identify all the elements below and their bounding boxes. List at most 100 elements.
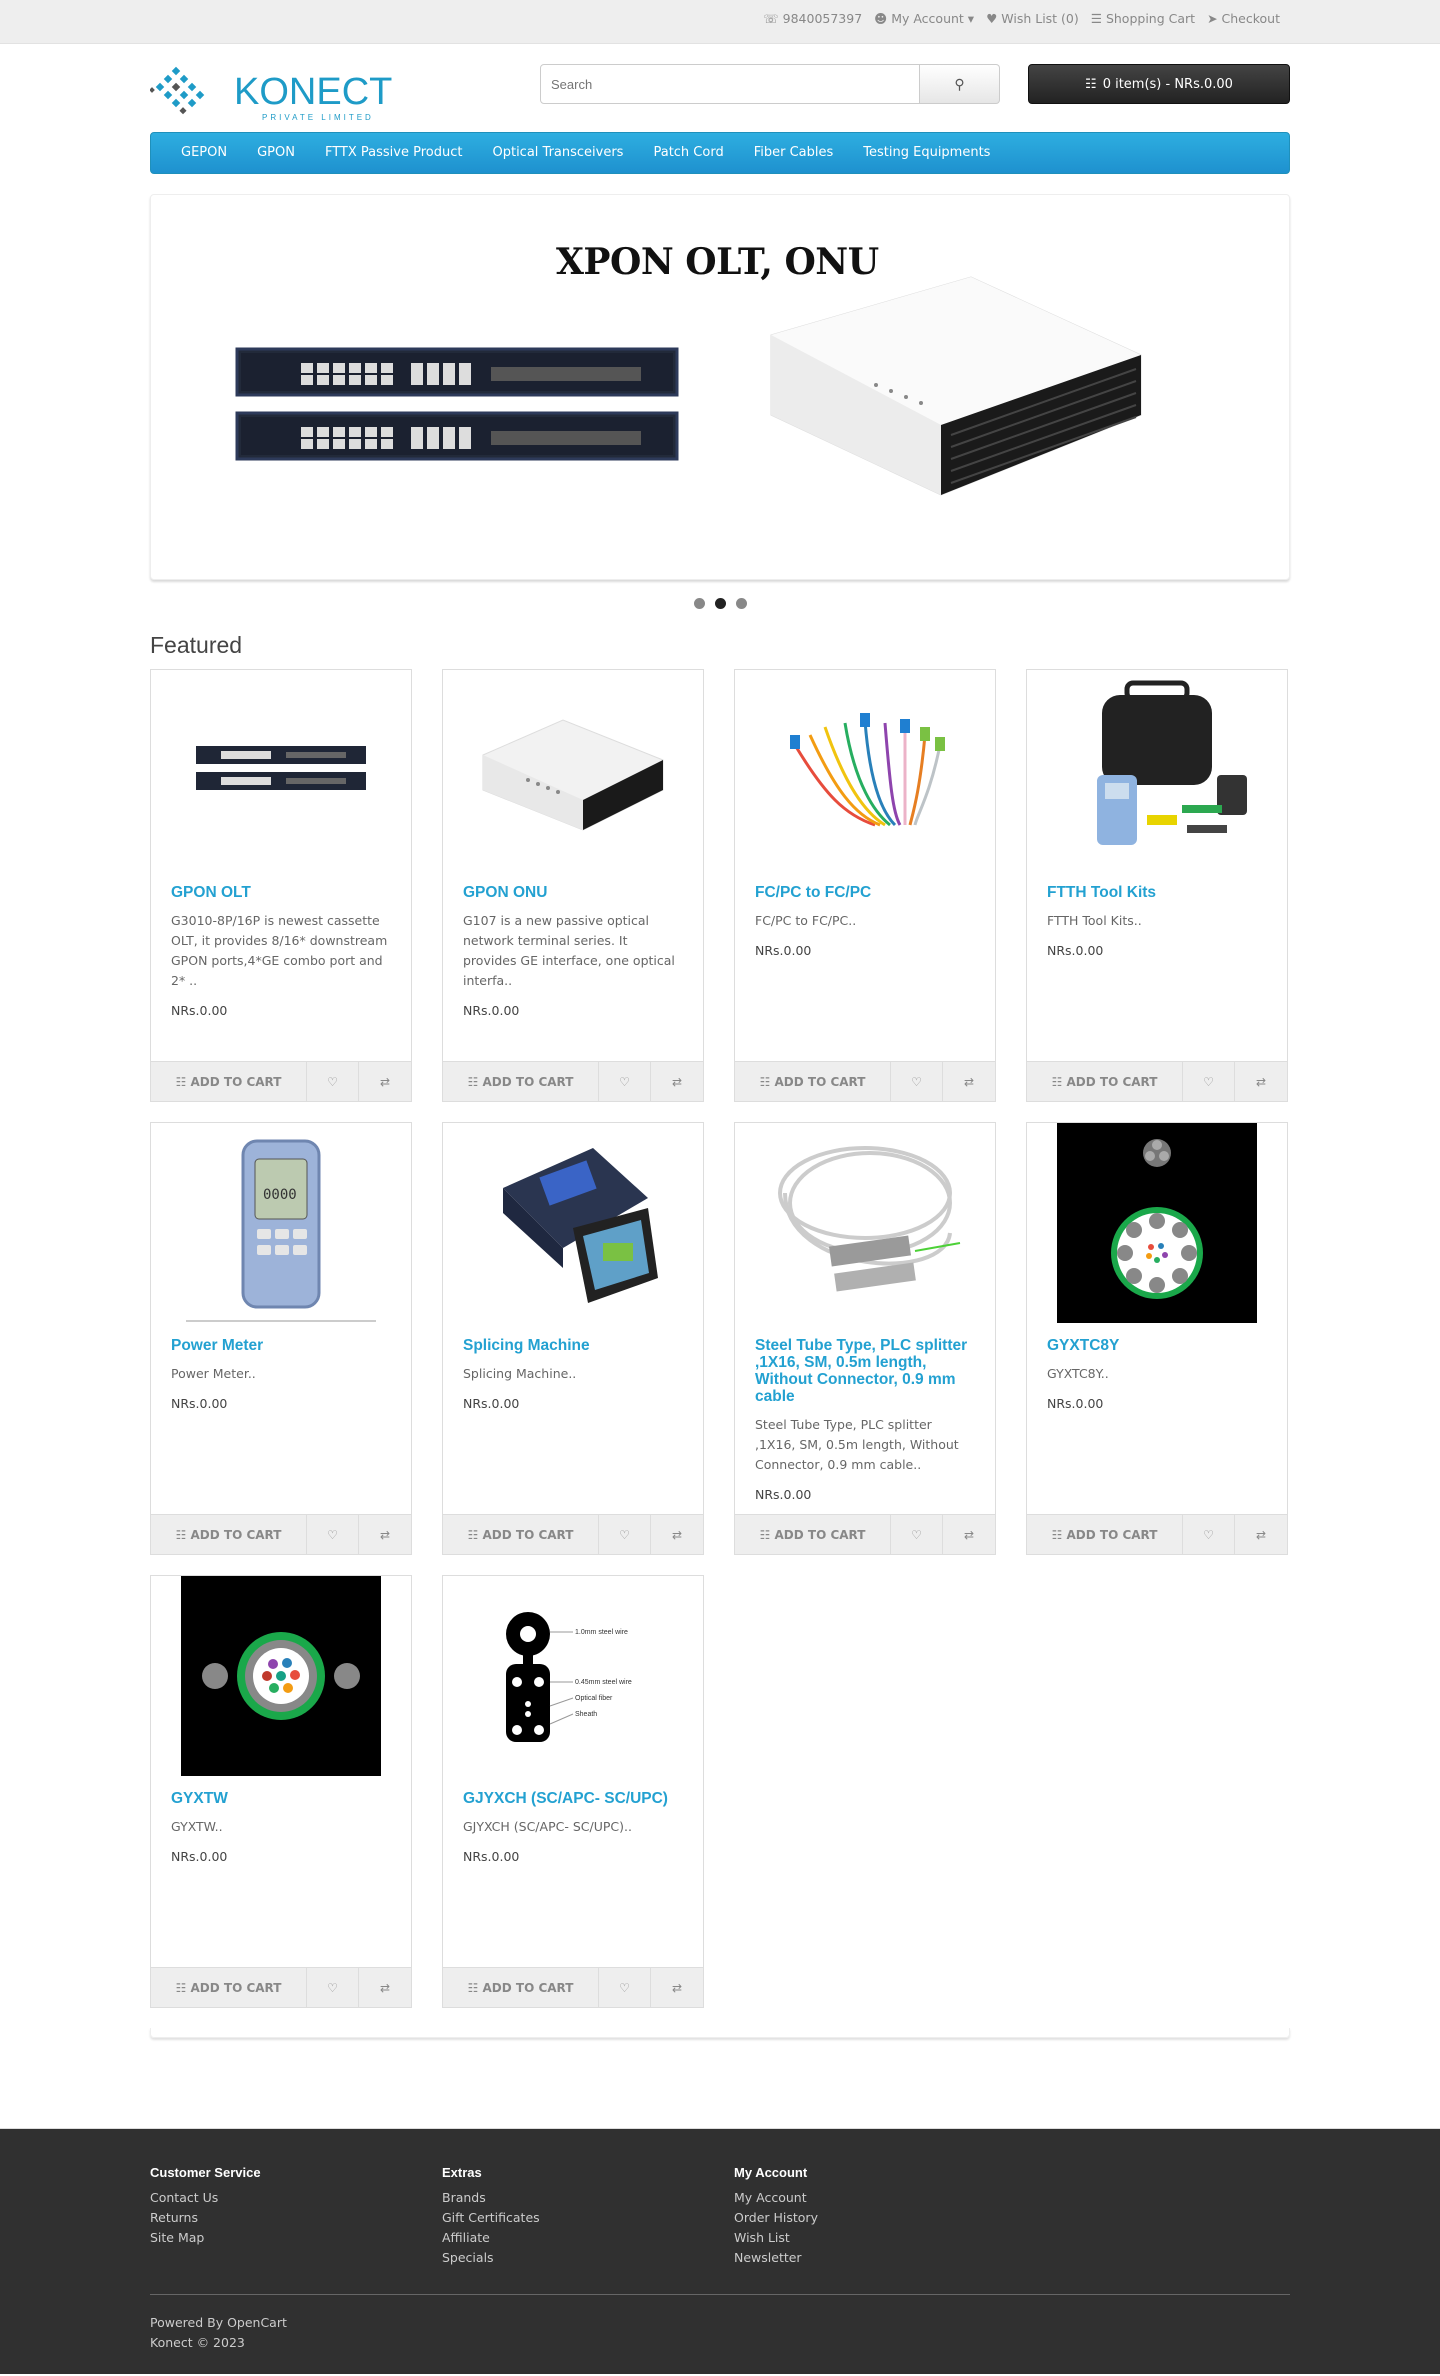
cart-icon: ☷	[1051, 1074, 1067, 1089]
power-meter-image-icon: 0000	[186, 1139, 376, 1322]
svg-text:KONECT: KONECT	[234, 71, 392, 113]
menu-item-fttx[interactable]: FTTX Passive Product	[310, 133, 478, 173]
add-to-cart-button[interactable]: ☷ ADD TO CART	[151, 1515, 307, 1554]
menu-item-optical-transceivers[interactable]: Optical Transceivers	[477, 133, 638, 173]
svg-text:1.0mm steel wire: 1.0mm steel wire	[575, 1629, 628, 1636]
product-image[interactable]	[735, 1123, 995, 1323]
product-image[interactable]	[443, 670, 703, 870]
product-name[interactable]: Steel Tube Type, PLC splitter ,1X16, SM,…	[755, 1337, 975, 1405]
add-to-cart-button[interactable]: ☷ ADD TO CART	[1027, 1515, 1183, 1554]
product-name[interactable]: FTTH Tool Kits	[1047, 884, 1267, 901]
footer-link-affiliate[interactable]: Affiliate	[442, 2228, 734, 2248]
footer-link-gift-certificates[interactable]: Gift Certificates	[442, 2208, 734, 2228]
cart-icon: ☷	[467, 1527, 483, 1542]
add-to-wishlist-button[interactable]: ♡	[599, 1968, 651, 2007]
pager-dot-2[interactable]	[714, 598, 726, 609]
olt-image-icon	[196, 746, 366, 790]
product-name[interactable]: GPON OLT	[171, 884, 391, 901]
my-account-dropdown[interactable]: ☻ My Account ▾	[874, 11, 974, 26]
compare-button[interactable]: ⇄	[359, 1968, 411, 2007]
product-name[interactable]: GPON ONU	[463, 884, 683, 901]
phone-number: 9840057397	[782, 11, 863, 26]
add-to-wishlist-button[interactable]: ♡	[1183, 1515, 1235, 1554]
product-image[interactable]	[735, 670, 995, 870]
footer-customer-service: Customer Service Contact Us Returns Site…	[150, 2165, 442, 2268]
add-to-cart-button[interactable]: ☷ ADD TO CART	[1027, 1062, 1183, 1101]
slideshow[interactable]: XPON OLT, ONU	[150, 194, 1290, 580]
logo-mark-icon: KONECT PRIVATE LIMITED	[149, 66, 392, 122]
product-image[interactable]	[443, 1123, 703, 1323]
add-to-cart-button[interactable]: ☷ ADD TO CART	[735, 1515, 891, 1554]
compare-button[interactable]: ⇄	[943, 1515, 995, 1554]
phone-link[interactable]: ☏ 9840057397	[763, 11, 862, 26]
product-card: 0000 Power Meter Power Meter.. NRs.0.00 …	[150, 1122, 412, 1555]
footer-link-returns[interactable]: Returns	[150, 2208, 442, 2228]
product-name[interactable]: GYXTW	[171, 1790, 391, 1807]
menu-item-fiber-cables[interactable]: Fiber Cables	[739, 133, 849, 173]
menu-item-gepon[interactable]: GEPON	[166, 133, 242, 173]
product-name[interactable]: Splicing Machine	[463, 1337, 683, 1354]
product-image[interactable]: 0000	[151, 1123, 411, 1323]
add-to-cart-button[interactable]: ☷ ADD TO CART	[151, 1968, 307, 2007]
exchange-icon: ⇄	[1255, 1527, 1267, 1542]
menu-item-testing-equipments[interactable]: Testing Equipments	[848, 133, 1005, 173]
add-to-cart-button[interactable]: ☷ ADD TO CART	[443, 1968, 599, 2007]
product-image[interactable]	[151, 670, 411, 870]
add-to-cart-button[interactable]: ☷ ADD TO CART	[443, 1515, 599, 1554]
add-to-wishlist-button[interactable]: ♡	[307, 1062, 359, 1101]
cart-icon: ☷	[175, 1074, 191, 1089]
add-to-cart-button[interactable]: ☷ ADD TO CART	[151, 1062, 307, 1101]
footer-link-specials[interactable]: Specials	[442, 2248, 734, 2268]
footer-link-newsletter[interactable]: Newsletter	[734, 2248, 1026, 2268]
compare-button[interactable]: ⇄	[359, 1062, 411, 1101]
compare-button[interactable]: ⇄	[651, 1062, 703, 1101]
add-to-wishlist-button[interactable]: ♡	[307, 1968, 359, 2007]
product-grid: GPON OLT G3010-8P/16P is newest cassette…	[150, 669, 1290, 2008]
add-to-cart-button[interactable]: ☷ ADD TO CART	[735, 1062, 891, 1101]
menu-item-gpon[interactable]: GPON	[242, 133, 310, 173]
add-to-wishlist-button[interactable]: ♡	[599, 1062, 651, 1101]
product-name[interactable]: FC/PC to FC/PC	[755, 884, 975, 901]
footer-link-my-account[interactable]: My Account	[734, 2188, 1026, 2208]
logo[interactable]: KONECT PRIVATE LIMITED	[149, 62, 400, 126]
menu-item-patch-cord[interactable]: Patch Cord	[638, 133, 738, 173]
product-image[interactable]	[1027, 1123, 1287, 1323]
pager-dot-3[interactable]	[735, 598, 747, 609]
compare-button[interactable]: ⇄	[651, 1968, 703, 2007]
product-card: Splicing Machine Splicing Machine.. NRs.…	[442, 1122, 704, 1555]
compare-button[interactable]: ⇄	[1235, 1515, 1287, 1554]
product-image[interactable]	[1027, 670, 1287, 870]
compare-button[interactable]: ⇄	[943, 1062, 995, 1101]
compare-button[interactable]: ⇄	[1235, 1062, 1287, 1101]
footer-link-site-map[interactable]: Site Map	[150, 2228, 442, 2248]
search-button[interactable]: ⚲	[920, 64, 1000, 104]
wishlist-link[interactable]: ♥ Wish List (0)	[986, 11, 1079, 26]
add-to-cart-button[interactable]: ☷ ADD TO CART	[443, 1062, 599, 1101]
add-to-cart-label: ADD TO CART	[190, 1074, 282, 1089]
add-to-wishlist-button[interactable]: ♡	[891, 1515, 943, 1554]
product-description: GYXTC8Y..	[1047, 1366, 1109, 1381]
search-input[interactable]	[540, 64, 920, 104]
product-description: FC/PC to FC/PC..	[755, 913, 857, 928]
cart-button[interactable]: ☷ 0 item(s) - NRs.0.00	[1028, 64, 1290, 104]
footer-link-wish-list[interactable]: Wish List	[734, 2228, 1026, 2248]
add-to-wishlist-button[interactable]: ♡	[1183, 1062, 1235, 1101]
checkout-link[interactable]: ➤ Checkout	[1207, 11, 1280, 26]
footer-link-brands[interactable]: Brands	[442, 2188, 734, 2208]
product-name[interactable]: Power Meter	[171, 1337, 391, 1354]
cart-icon: ☷	[175, 1980, 191, 1995]
add-to-wishlist-button[interactable]: ♡	[599, 1515, 651, 1554]
footer-link-order-history[interactable]: Order History	[734, 2208, 1026, 2228]
product-image[interactable]: 1.0mm steel wire 0.45mm steel wire Optic…	[443, 1576, 703, 1776]
add-to-wishlist-button[interactable]: ♡	[307, 1515, 359, 1554]
product-name[interactable]: GYXTC8Y	[1047, 1337, 1267, 1354]
product-name[interactable]: GJYXCH (SC/APC- SC/UPC)	[463, 1790, 683, 1807]
compare-button[interactable]: ⇄	[651, 1515, 703, 1554]
add-to-wishlist-button[interactable]: ♡	[891, 1062, 943, 1101]
compare-button[interactable]: ⇄	[359, 1515, 411, 1554]
shopping-cart-link[interactable]: ☰ Shopping Cart	[1091, 11, 1195, 26]
footer-link-contact-us[interactable]: Contact Us	[150, 2188, 442, 2208]
product-image[interactable]	[151, 1576, 411, 1776]
pager-dot-1[interactable]	[693, 598, 705, 609]
product-description: Steel Tube Type, PLC splitter ,1X16, SM,…	[755, 1417, 959, 1472]
